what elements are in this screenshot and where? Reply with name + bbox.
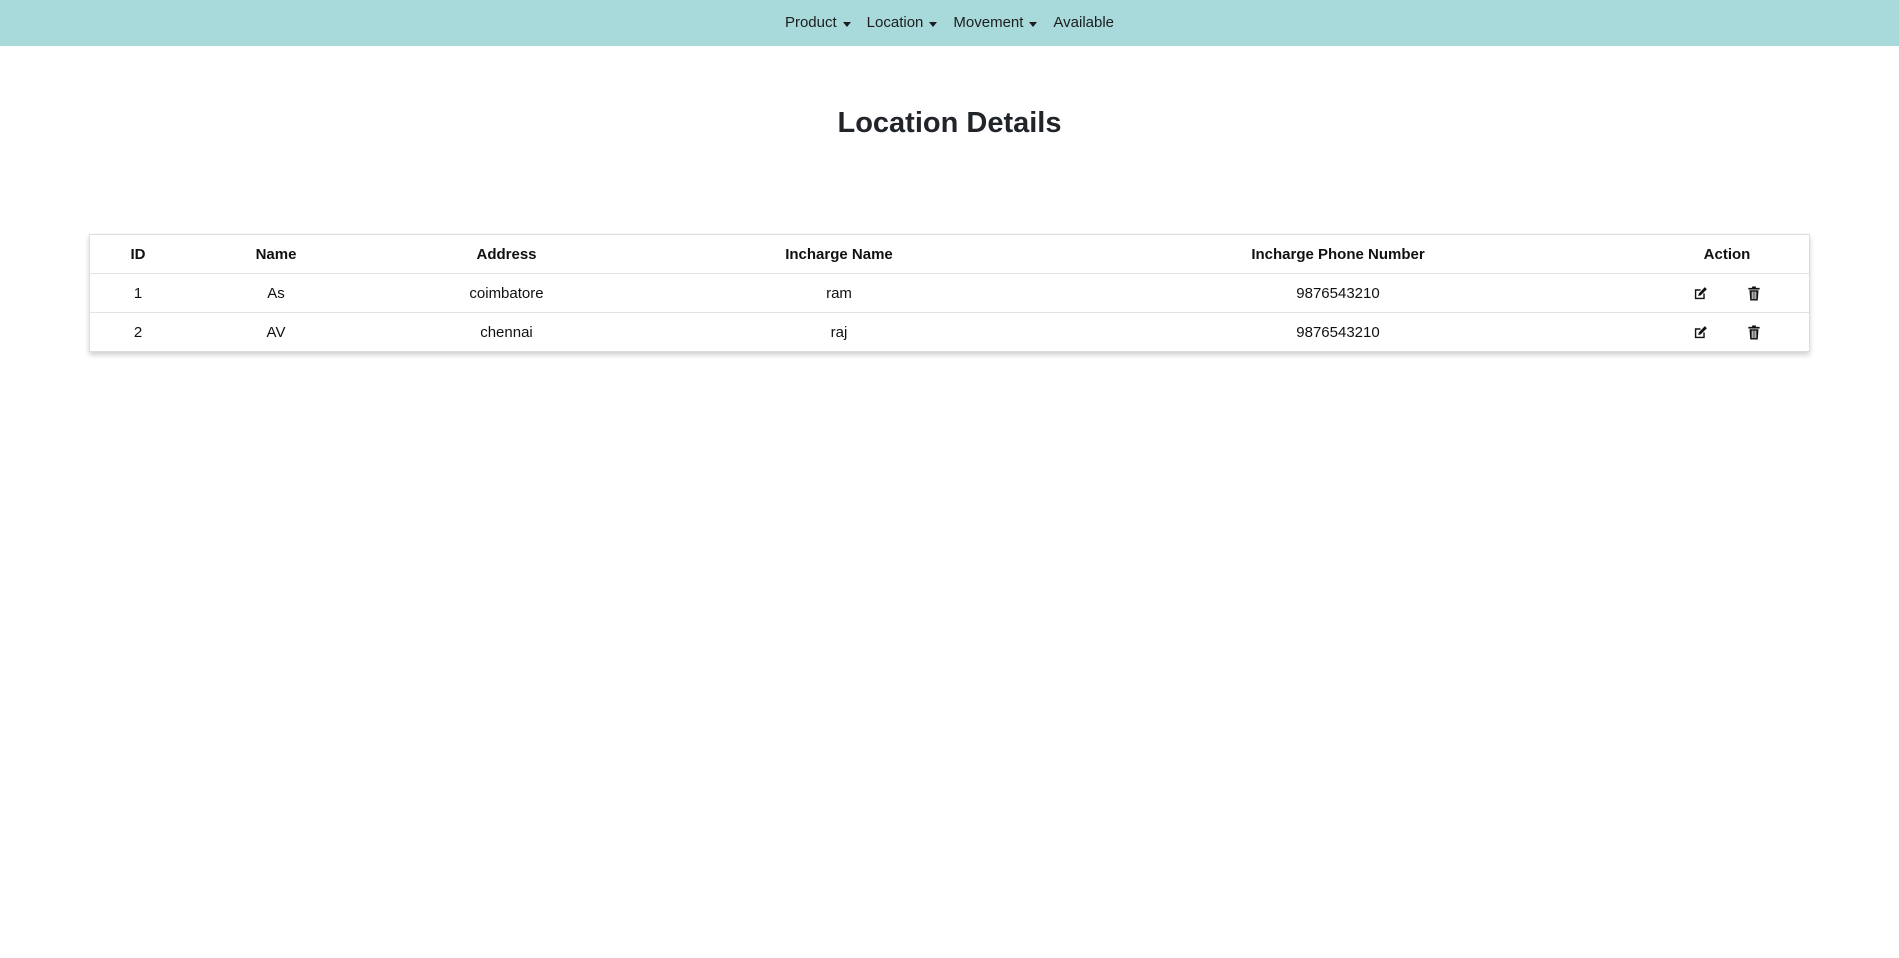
header-address: Address xyxy=(476,245,537,263)
caret-down-icon xyxy=(1029,21,1038,27)
header-action: Action xyxy=(1703,245,1751,263)
nav-item-location[interactable]: Location xyxy=(859,0,946,46)
cell-phone: 9876543210 xyxy=(1296,284,1380,302)
nav-item-label: Movement xyxy=(953,14,1024,31)
cell-action xyxy=(1645,313,1809,352)
nav-item-movement[interactable]: Movement xyxy=(945,0,1045,46)
location-table: ID Name Address Incharge Name Incharge P… xyxy=(90,235,1809,351)
header-id: ID xyxy=(130,245,146,263)
action-group xyxy=(1645,274,1809,312)
nav-item-product[interactable]: Product xyxy=(777,0,859,46)
header-incharge-phone: Incharge Phone Number xyxy=(1251,245,1425,263)
cell-id: 1 xyxy=(133,284,143,302)
table-row: 2 AV chennai raj 9876543210 xyxy=(90,313,1809,352)
cell-address: chennai xyxy=(480,323,533,341)
edit-icon[interactable] xyxy=(1692,324,1708,340)
edit-icon[interactable] xyxy=(1692,285,1708,301)
caret-down-icon xyxy=(929,21,938,27)
cell-address: coimbatore xyxy=(469,284,544,302)
cell-phone: 9876543210 xyxy=(1296,323,1380,341)
table-row: 1 As coimbatore ram 9876543210 xyxy=(90,274,1809,313)
page-title: Location Details xyxy=(837,107,1062,139)
nav-menu: Product Location Movement Available xyxy=(777,0,1122,46)
cell-name: AV xyxy=(266,323,286,341)
location-table-card: ID Name Address Incharge Name Incharge P… xyxy=(89,234,1810,352)
cell-action xyxy=(1645,274,1809,313)
nav-item-label: Location xyxy=(866,14,924,31)
trash-icon[interactable] xyxy=(1746,324,1762,340)
action-group xyxy=(1645,313,1809,351)
header-name: Name xyxy=(255,245,297,263)
caret-down-icon xyxy=(842,21,851,27)
nav-item-label: Product xyxy=(784,14,837,31)
top-navbar: Product Location Movement Available xyxy=(0,0,1899,46)
header-incharge-name: Incharge Name xyxy=(785,245,893,263)
table-header-row: ID Name Address Incharge Name Incharge P… xyxy=(90,235,1809,274)
nav-item-label: Available xyxy=(1053,14,1115,31)
cell-incharge-name: ram xyxy=(826,284,852,302)
trash-icon[interactable] xyxy=(1746,285,1762,301)
nav-item-available[interactable]: Available xyxy=(1045,0,1122,46)
cell-name: As xyxy=(267,284,285,302)
cell-id: 2 xyxy=(133,323,143,341)
cell-incharge-name: raj xyxy=(830,323,848,341)
